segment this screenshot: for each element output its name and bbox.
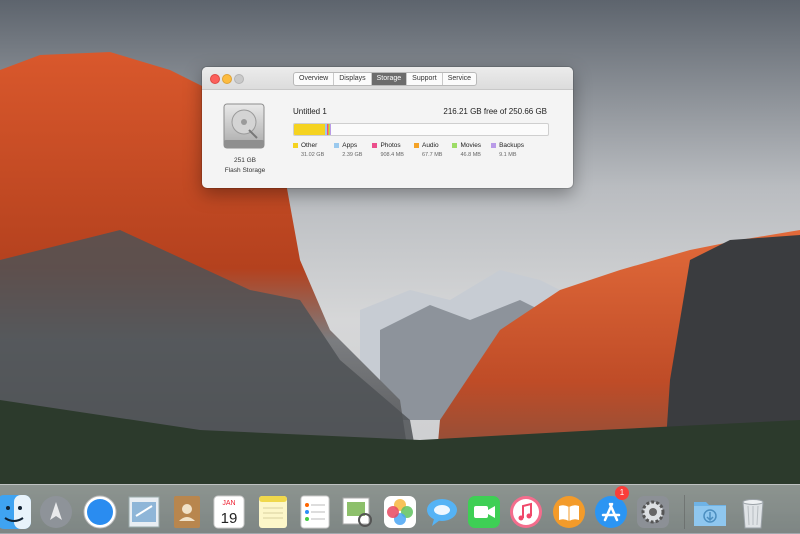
legend-item-audio: Audio 67.7 MB: [413, 142, 443, 158]
tab-bar: Overview Displays Storage Support Servic…: [293, 72, 478, 86]
trash-icon[interactable]: [735, 494, 771, 530]
tab-service[interactable]: Service: [443, 73, 476, 85]
volume-name: Untitled 1: [293, 107, 327, 116]
legend-item-photos: Photos 908.4 MB: [372, 142, 404, 158]
dock: JAN 19: [0, 484, 800, 534]
legend-name: Other: [301, 142, 318, 149]
legend-swatch: [293, 143, 298, 148]
mail-icon[interactable]: [126, 494, 162, 530]
volume-free-space: 216.21 GB free of 250.66 GB: [443, 107, 547, 116]
legend-swatch: [413, 143, 419, 148]
legend-size: 67.7 MB: [421, 152, 443, 158]
storage-usage-bar: [293, 123, 549, 136]
calendar-icon[interactable]: JAN 19: [211, 494, 247, 530]
launchpad-icon[interactable]: [38, 494, 74, 530]
preview-icon[interactable]: [339, 494, 375, 530]
close-window-button[interactable]: [210, 74, 220, 84]
about-this-mac-window: Overview Displays Storage Support Servic…: [202, 67, 573, 188]
legend-item-apps: Apps 2.39 GB: [334, 142, 362, 158]
legend-item-backups: Backups 9.1 MB: [491, 142, 524, 158]
tab-displays[interactable]: Displays: [334, 73, 372, 85]
legend-size: 9.1 MB: [499, 152, 517, 158]
app-store-update-badge: 1: [615, 486, 629, 500]
legend-item-other: Other 31.02 GB: [293, 142, 324, 158]
storage-segment-backups: [330, 124, 331, 135]
tab-storage[interactable]: Storage: [371, 73, 408, 85]
legend-name: Movies: [460, 142, 482, 149]
reminders-icon[interactable]: [297, 494, 333, 530]
calendar-day-label: 19: [221, 510, 238, 527]
tab-support[interactable]: Support: [407, 73, 443, 85]
zoom-window-button[interactable]: [234, 74, 244, 84]
dock-separator: [684, 495, 685, 529]
title-bar: Overview Displays Storage Support Servic…: [202, 67, 573, 90]
calendar-month-label: JAN: [222, 500, 235, 507]
legend-swatch: [491, 143, 497, 148]
legend-size: 2.39 GB: [342, 152, 363, 158]
facetime-icon[interactable]: [466, 494, 502, 530]
legend-name: Audio: [421, 142, 439, 149]
legend-swatch: [334, 143, 340, 148]
legend-name: Photos: [380, 142, 401, 149]
messages-icon[interactable]: [424, 494, 460, 530]
legend-item-movies: Movies 46.8 MB: [452, 142, 481, 158]
legend-name: Apps: [342, 142, 358, 149]
legend-swatch: [372, 143, 378, 148]
storage-segment-other: [294, 124, 325, 135]
legend-size: 31.02 GB: [301, 152, 325, 158]
hard-drive-icon: [221, 102, 267, 150]
safari-icon[interactable]: [82, 494, 118, 530]
downloads-folder-icon[interactable]: [692, 494, 728, 530]
photos-icon[interactable]: [382, 494, 418, 530]
disk-type-label: Flash Storage: [224, 167, 266, 174]
itunes-icon[interactable]: [508, 494, 544, 530]
legend-size: 46.8 MB: [460, 152, 481, 158]
notes-icon[interactable]: [255, 494, 291, 530]
legend-swatch: [452, 143, 458, 148]
storage-legend: Other 31.02 GB Apps 2.39 GB Photos 908.4…: [293, 142, 534, 158]
legend-size: 908.4 MB: [380, 152, 404, 158]
tab-overview[interactable]: Overview: [294, 73, 335, 85]
finder-icon[interactable]: [0, 494, 32, 530]
ibooks-icon[interactable]: [551, 494, 587, 530]
disk-size-label: 251 GB: [233, 157, 257, 164]
system-preferences-icon[interactable]: [635, 494, 671, 530]
contacts-icon[interactable]: [168, 494, 204, 530]
minimize-window-button[interactable]: [222, 74, 232, 84]
legend-name: Backups: [499, 142, 524, 149]
